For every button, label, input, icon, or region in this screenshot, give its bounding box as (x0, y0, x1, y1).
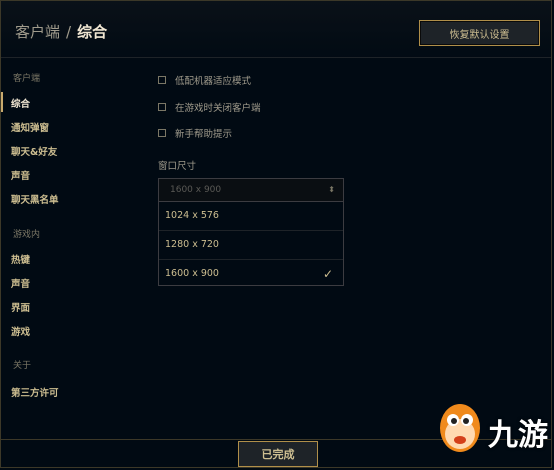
dropdown-option-label: 1280 x 720 (165, 239, 219, 250)
dropdown-option-1600x900[interactable]: 1600 x 900 ✓ (159, 260, 343, 288)
restore-defaults-button[interactable]: 恢复默认设置 (419, 20, 540, 46)
sidebar-item-interface[interactable]: 界面 (11, 300, 30, 314)
close-client-ingame-checkbox[interactable] (158, 103, 166, 111)
dropdown-option-1280x720[interactable]: 1280 x 720 (159, 231, 343, 260)
window-size-select[interactable]: 1600 x 900 ⬍ (158, 178, 344, 202)
watermark-logo-text: 九游 (488, 418, 548, 453)
low-spec-mode-label: 低配机器适应模式 (175, 76, 252, 87)
breadcrumb-parent[interactable]: 客户端 (15, 23, 60, 41)
done-button[interactable]: 已完成 (238, 441, 318, 467)
updown-arrow-icon: ⬍ (328, 185, 335, 194)
sidebar-section-client: 客户端 (13, 74, 41, 84)
window-size-dropdown: 1024 x 576 1280 x 720 1600 x 900 ✓ (158, 202, 344, 286)
sidebar-item-client-sound[interactable]: 声音 (11, 168, 30, 182)
sidebar-section-ingame: 游戏内 (13, 230, 41, 240)
sidebar-item-general[interactable]: 综合 (11, 96, 30, 110)
sidebar-item-game[interactable]: 游戏 (11, 324, 30, 338)
newbie-tips-option[interactable]: 新手帮助提示 (158, 126, 232, 140)
sidebar-item-notifications[interactable]: 通知弹窗 (11, 120, 49, 134)
close-client-ingame-label: 在游戏时关闭客户端 (175, 103, 261, 114)
page-title: 客户端 / 综合 (15, 21, 107, 42)
close-client-ingame-option[interactable]: 在游戏时关闭客户端 (158, 100, 261, 114)
window-size-selected-value: 1600 x 900 (170, 185, 222, 195)
breadcrumb-separator: / (66, 23, 72, 41)
dropdown-option-label: 1600 x 900 (165, 268, 219, 279)
sidebar-item-chat-blacklist[interactable]: 聊天黑名单 (11, 192, 59, 206)
sidebar-item-third-party-licenses[interactable]: 第三方许可 (11, 385, 59, 399)
low-spec-mode-option[interactable]: 低配机器适应模式 (158, 73, 251, 87)
header-divider (1, 57, 551, 58)
low-spec-mode-checkbox[interactable] (158, 76, 166, 84)
breadcrumb-current: 综合 (77, 23, 108, 41)
dropdown-option-label: 1024 x 576 (165, 210, 219, 221)
sidebar-item-ingame-sound[interactable]: 声音 (11, 276, 30, 290)
sidebar-item-chat-friends[interactable]: 聊天&好友 (11, 144, 57, 158)
sidebar-item-hotkeys[interactable]: 热键 (11, 252, 30, 266)
newbie-tips-checkbox[interactable] (158, 129, 166, 137)
checkmark-icon: ✓ (322, 267, 333, 281)
sidebar-section-about: 关于 (13, 361, 32, 371)
newbie-tips-label: 新手帮助提示 (175, 129, 233, 140)
active-item-indicator (1, 92, 3, 112)
window-size-label: 窗口尺寸 (158, 161, 197, 172)
dropdown-option-1024x576[interactable]: 1024 x 576 (159, 202, 343, 231)
